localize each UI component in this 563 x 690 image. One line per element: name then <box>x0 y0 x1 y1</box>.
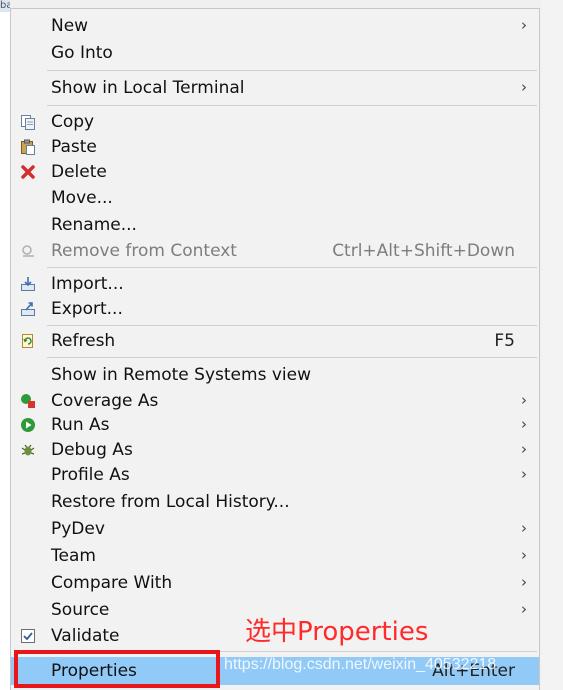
debug-icon <box>21 444 35 456</box>
menu-item-import[interactable]: Import... <box>11 272 539 296</box>
coverage-icon <box>21 394 35 408</box>
menu-item-pydev[interactable]: PyDev › <box>11 517 539 541</box>
highlight-box <box>14 650 220 688</box>
watermark: https://blog.csdn.net/weixin_40532218 <box>224 656 497 673</box>
import-icon <box>21 277 35 291</box>
menu-item-label: Debug As <box>51 440 133 460</box>
submenu-arrow-icon: › <box>521 573 527 591</box>
menu-item-rename[interactable]: Rename... <box>11 213 539 237</box>
menu-item-label: Rename... <box>51 215 137 235</box>
menu-item-label: Delete <box>51 162 107 182</box>
menu-separator <box>47 70 537 71</box>
paste-icon <box>21 139 35 155</box>
menu-item-delete[interactable]: Delete <box>11 160 539 184</box>
menu-item-label: Export... <box>51 299 123 319</box>
menu-item-label: Go Into <box>51 43 113 63</box>
menu-item-shortcut: F5 <box>494 331 515 351</box>
menu-item-label: Run As <box>51 415 110 435</box>
menu-item-debug-as[interactable]: Debug As › <box>11 438 539 462</box>
menu-item-label: Paste <box>51 137 97 157</box>
menu-item-label: Show in Local Terminal <box>51 78 245 98</box>
copy-icon <box>21 115 35 130</box>
menu-item-coverage-as[interactable]: Coverage As › <box>11 389 539 413</box>
menu-item-label: Coverage As <box>51 391 159 411</box>
menu-item-copy[interactable]: Copy <box>11 110 539 134</box>
menu-item-label: Compare With <box>51 573 173 593</box>
background-corner: ba <box>0 0 10 12</box>
menu-item-label: Team <box>51 546 96 566</box>
menu-item-label: Copy <box>51 112 95 132</box>
menu-item-label: PyDev <box>51 519 105 539</box>
menu-item-run-as[interactable]: Run As › <box>11 413 539 437</box>
run-icon <box>21 418 35 432</box>
menu-item-label: Validate <box>51 626 120 646</box>
menu-item-label: Profile As <box>51 465 130 485</box>
menu-item-compare-with[interactable]: Compare With › <box>11 571 539 595</box>
menu-item-show-in-local-terminal[interactable]: Show in Local Terminal › <box>11 76 539 100</box>
checkbox-icon <box>21 629 35 643</box>
menu-item-restore-from-local-history[interactable]: Restore from Local History... <box>11 490 539 514</box>
menu-item-remove-from-context[interactable]: Remove from Context Ctrl+Alt+Shift+Down <box>11 239 539 263</box>
submenu-arrow-icon: › <box>521 440 527 458</box>
submenu-arrow-icon: › <box>521 600 527 618</box>
menu-item-label: Show in Remote Systems view <box>51 365 311 385</box>
menu-item-move[interactable]: Move... <box>11 186 539 210</box>
menu-item-new[interactable]: New › <box>11 14 539 38</box>
menu-item-label: Remove from Context <box>51 241 237 261</box>
menu-item-label: New <box>51 16 89 36</box>
menu-separator <box>47 357 537 358</box>
menu-separator <box>47 325 537 326</box>
menu-item-label: Move... <box>51 188 113 208</box>
menu-separator <box>47 267 537 268</box>
menu-item-label: Source <box>51 600 110 620</box>
menu-item-show-in-remote-systems-view[interactable]: Show in Remote Systems view <box>11 363 539 387</box>
context-menu: New › Go Into Show in Local Terminal › C… <box>10 8 540 690</box>
menu-item-refresh[interactable]: Refresh F5 <box>11 329 539 353</box>
submenu-arrow-icon: › <box>521 465 527 483</box>
delete-icon <box>21 165 35 179</box>
menu-item-profile-as[interactable]: Profile As › <box>11 463 539 487</box>
submenu-arrow-icon: › <box>521 546 527 564</box>
refresh-icon <box>22 334 33 348</box>
annotation-label: 选中Properties <box>245 617 429 647</box>
menu-item-label: Restore from Local History... <box>51 492 290 512</box>
background-window <box>0 0 10 690</box>
menu-separator <box>47 105 537 106</box>
submenu-arrow-icon: › <box>521 16 527 34</box>
background-window-right <box>541 0 563 690</box>
export-icon <box>21 302 35 316</box>
menu-item-team[interactable]: Team › <box>11 544 539 568</box>
menu-item-go-into[interactable]: Go Into <box>11 41 539 65</box>
submenu-arrow-icon: › <box>521 415 527 433</box>
menu-item-export[interactable]: Export... <box>11 297 539 321</box>
menu-item-shortcut: Ctrl+Alt+Shift+Down <box>332 241 515 261</box>
submenu-arrow-icon: › <box>521 391 527 409</box>
remove-context-icon <box>22 245 34 257</box>
menu-item-label: Refresh <box>51 331 116 351</box>
submenu-arrow-icon: › <box>521 519 527 537</box>
menu-item-label: Import... <box>51 274 124 294</box>
submenu-arrow-icon: › <box>521 78 527 96</box>
menu-item-paste[interactable]: Paste <box>11 135 539 159</box>
